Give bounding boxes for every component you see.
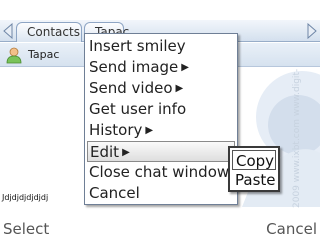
menu-item-insert-smiley[interactable]: Insert smiley (87, 36, 235, 57)
submenu-arrow-icon: ▶ (181, 62, 189, 73)
softkey-bar: Select Cancel (0, 218, 320, 240)
submenu-item-label: Paste (235, 171, 276, 189)
submenu-item-paste[interactable]: Paste (232, 170, 276, 190)
edit-submenu: Copy Paste (228, 146, 280, 192)
tab-label: Contacts (27, 25, 80, 39)
menu-item-close-chat-window[interactable]: Close chat window (87, 162, 235, 183)
submenu-item-copy[interactable]: Copy (232, 150, 276, 170)
submenu-arrow-icon: ▶ (175, 83, 184, 94)
menu-item-label: Send video (89, 79, 173, 97)
select-softkey[interactable]: Select (3, 220, 49, 238)
chat-input[interactable]: Jdjdjdjdjdjdj (2, 193, 48, 202)
tab-scroll-left-icon[interactable] (2, 22, 14, 40)
submenu-item-label: Copy (236, 152, 275, 170)
menu-item-edit[interactable]: Edit ▶ (87, 141, 235, 162)
menu-item-label: History (89, 121, 143, 139)
menu-item-label: Edit (90, 143, 120, 161)
menu-item-cancel[interactable]: Cancel (87, 183, 235, 204)
menu-item-send-image[interactable]: Send image ▶ (87, 57, 235, 78)
menu-item-label: Get user info (89, 100, 187, 118)
contact-name: Tapac (28, 48, 60, 61)
menu-item-get-user-info[interactable]: Get user info (87, 99, 235, 120)
contact-avatar-icon (5, 46, 23, 64)
cancel-softkey[interactable]: Cancel (266, 220, 317, 238)
tab-contacts[interactable]: Contacts (16, 22, 82, 42)
submenu-arrow-icon: ▶ (122, 147, 130, 158)
menu-item-label: Send image (89, 58, 179, 76)
options-menu: Insert smiley Send image ▶ Send video ▶ Ge… (84, 33, 238, 205)
tab-scroll-right-icon[interactable] (306, 22, 318, 40)
watermark-text: 2009 www.ixbt.com www.digit-life.com (292, 68, 302, 208)
menu-item-label: Insert smiley (89, 37, 186, 55)
menu-item-label: Close chat window (89, 163, 230, 181)
submenu-arrow-icon: ▶ (145, 125, 154, 136)
menu-item-label: Cancel (89, 184, 140, 202)
menu-item-history[interactable]: History ▶ (87, 120, 235, 141)
menu-item-send-video[interactable]: Send video ▶ (87, 78, 235, 99)
